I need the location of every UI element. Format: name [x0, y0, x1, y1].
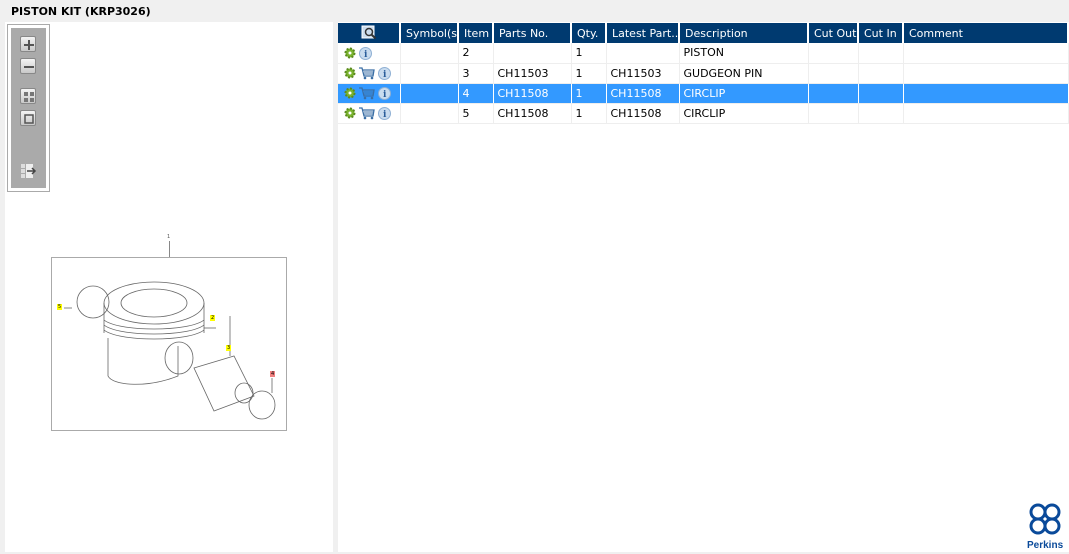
cell-item: 2	[458, 43, 494, 64]
svg-text:i: i	[383, 70, 387, 80]
search-filter-icon	[361, 25, 376, 39]
column-latest-part[interactable]: Latest Part...	[606, 23, 680, 43]
table-row[interactable]: i 5 CH11508 1 CH11508 CIRCLIP	[338, 103, 1069, 124]
gear-icon[interactable]	[344, 47, 356, 59]
cell-comment	[903, 63, 1069, 84]
cell-item: 5	[458, 103, 494, 124]
table-row[interactable]: i 3 CH11503 1 CH11503 GUDGEON PIN	[338, 63, 1069, 84]
cell-parts-no: CH11508	[493, 103, 572, 124]
callout-5[interactable]: 5	[57, 304, 63, 310]
info-icon[interactable]: i	[378, 106, 391, 120]
cell-cut-out	[808, 83, 859, 104]
parts-table: Symbol(s) Item Parts No. Qty. Latest Par…	[338, 23, 1069, 124]
cell-comment	[903, 43, 1069, 64]
info-icon[interactable]: i	[378, 86, 391, 100]
column-symbols[interactable]: Symbol(s)	[400, 23, 459, 43]
row-actions: i	[338, 103, 401, 124]
cell-symbols	[400, 63, 459, 84]
cart-icon[interactable]	[359, 87, 375, 100]
parts-list-panel: Symbol(s) Item Parts No. Qty. Latest Par…	[338, 22, 1069, 552]
illustration-panel: 1 5 2 3 4	[5, 22, 333, 552]
table-row[interactable]: i 2 1 PISTON	[338, 43, 1069, 64]
cell-description: GUDGEON PIN	[679, 63, 809, 84]
exploded-diagram[interactable]: 5 2 3 4	[51, 257, 287, 431]
column-filter-header[interactable]	[338, 23, 401, 43]
column-cut-in[interactable]: Cut In	[858, 23, 904, 43]
gear-icon[interactable]	[344, 107, 356, 119]
cell-item: 4	[458, 83, 494, 104]
cell-qty: 1	[571, 43, 607, 64]
cell-latest-part	[606, 43, 680, 64]
column-item[interactable]: Item	[458, 23, 494, 43]
gear-icon[interactable]	[344, 87, 356, 99]
row-actions: i	[338, 43, 401, 64]
info-icon[interactable]: i	[378, 66, 391, 80]
perkins-logo: Perkins	[1026, 503, 1066, 554]
cell-cut-out	[808, 103, 859, 124]
zoom-in-icon[interactable]	[20, 36, 36, 52]
cell-latest-part: CH11503	[606, 63, 680, 84]
callout-3[interactable]: 3	[226, 345, 232, 351]
table-row[interactable]: i 4 CH11508 1 CH11508 CIRCLIP	[338, 83, 1069, 104]
row-actions: i	[338, 83, 401, 104]
zoom-out-icon[interactable]	[20, 58, 36, 74]
cell-description: PISTON	[679, 43, 809, 64]
column-parts-no[interactable]: Parts No.	[493, 23, 572, 43]
gear-icon[interactable]	[344, 67, 356, 79]
cell-parts-no: CH11508	[493, 83, 572, 104]
column-comment[interactable]: Comment	[903, 23, 1069, 43]
cell-latest-part: CH11508	[606, 83, 680, 104]
cart-icon[interactable]	[359, 107, 375, 120]
fit-all-icon[interactable]	[20, 88, 36, 104]
cell-comment	[903, 103, 1069, 124]
viewer-toolbar	[7, 24, 50, 192]
cell-cut-in	[858, 83, 904, 104]
column-qty[interactable]: Qty.	[571, 23, 607, 43]
cell-item: 3	[458, 63, 494, 84]
info-icon[interactable]: i	[359, 46, 372, 60]
cart-icon[interactable]	[359, 67, 375, 80]
logo-text: Perkins	[1027, 540, 1064, 551]
svg-text:i: i	[383, 90, 387, 100]
row-actions: i	[338, 63, 401, 84]
export-icon[interactable]	[20, 163, 37, 179]
cell-qty: 1	[571, 63, 607, 84]
column-cut-out[interactable]: Cut Out	[808, 23, 859, 43]
svg-text:i: i	[364, 50, 368, 60]
cell-comment	[903, 83, 1069, 104]
cell-cut-in	[858, 103, 904, 124]
callout-1: 1	[167, 234, 171, 240]
cell-symbols	[400, 103, 459, 124]
cell-cut-in	[858, 43, 904, 64]
cell-description: CIRCLIP	[679, 83, 809, 104]
leader-line	[169, 241, 170, 257]
callout-2[interactable]: 2	[210, 315, 216, 321]
cell-parts-no	[493, 43, 572, 64]
cell-symbols	[400, 83, 459, 104]
window-title: PISTON KIT (KRP3026)	[11, 5, 151, 18]
svg-text:i: i	[383, 110, 387, 120]
callout-4[interactable]: 4	[270, 371, 276, 377]
cell-qty: 1	[571, 103, 607, 124]
cell-latest-part: CH11508	[606, 103, 680, 124]
cell-parts-no: CH11503	[493, 63, 572, 84]
cell-cut-out	[808, 43, 859, 64]
cell-cut-out	[808, 63, 859, 84]
column-description[interactable]: Description	[679, 23, 809, 43]
cell-qty: 1	[571, 83, 607, 104]
piston-drawing	[64, 281, 276, 420]
cell-cut-in	[858, 63, 904, 84]
fit-window-icon[interactable]	[20, 110, 36, 126]
cell-symbols	[400, 43, 459, 64]
cell-description: CIRCLIP	[679, 103, 809, 124]
